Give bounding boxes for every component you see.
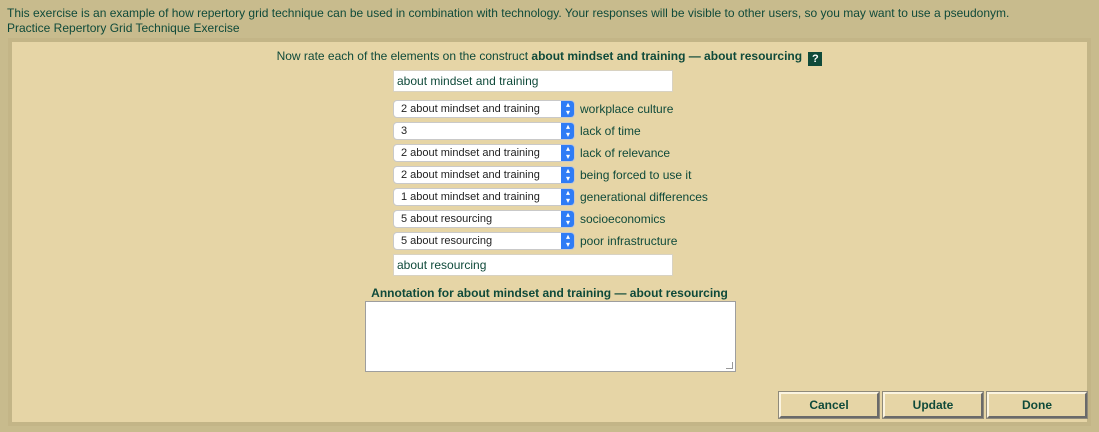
rating-select[interactable]: 5 about resourcing ▴ ▾ xyxy=(393,210,575,228)
rating-selected-value: 2 about mindset and training xyxy=(401,169,540,181)
left-pole-field[interactable]: about mindset and training xyxy=(393,70,673,92)
rating-select[interactable]: 2 about mindset and training ▴ ▾ xyxy=(393,144,575,162)
rating-selected-value: 1 about mindset and training xyxy=(401,191,540,203)
exercise-title: Practice Repertory Grid Technique Exerci… xyxy=(7,21,240,35)
element-label: lack of time xyxy=(580,124,641,138)
help-icon[interactable]: ? xyxy=(808,52,823,66)
right-pole-field[interactable]: about resourcing xyxy=(393,254,673,276)
element-label: being forced to use it xyxy=(580,168,692,182)
rating-select[interactable]: 3 ▴ ▾ xyxy=(393,122,575,140)
rating-panel: Now rate each of the elements on the con… xyxy=(8,38,1091,426)
select-chevron-icon: ▴ ▾ xyxy=(561,189,574,205)
rating-selected-value: 5 about resourcing xyxy=(401,235,493,247)
select-chevron-icon: ▴ ▾ xyxy=(561,211,574,227)
select-chevron-icon: ▴ ▾ xyxy=(561,123,574,139)
select-chevron-icon: ▴ ▾ xyxy=(561,233,574,249)
rating-selected-value: 2 about mindset and training xyxy=(401,103,540,115)
prompt-prefix: Now rate each of the elements on the con… xyxy=(276,49,529,63)
rating-select[interactable]: 2 about mindset and training ▴ ▾ xyxy=(393,166,575,184)
select-chevron-icon: ▴ ▾ xyxy=(561,101,574,117)
done-button[interactable]: Done xyxy=(986,391,1088,419)
rating-select[interactable]: 1 about mindset and training ▴ ▾ xyxy=(393,188,575,206)
element-label: poor infrastructure xyxy=(580,234,678,248)
exercise-notice: This exercise is an example of how reper… xyxy=(7,6,1010,20)
element-label: generational differences xyxy=(580,190,708,204)
element-label: socioeconomics xyxy=(580,212,666,226)
rating-selected-value: 5 about resourcing xyxy=(401,213,493,225)
prompt-construct: about mindset and training — about resou… xyxy=(531,49,803,63)
element-label: lack of relevance xyxy=(580,146,671,160)
rating-prompt: Now rate each of the elements on the con… xyxy=(12,49,1087,66)
rating-selected-value: 3 xyxy=(401,125,408,137)
select-chevron-icon: ▴ ▾ xyxy=(561,145,574,161)
rating-select[interactable]: 5 about resourcing ▴ ▾ xyxy=(393,232,575,250)
annotation-label: Annotation for about mindset and trainin… xyxy=(371,286,728,300)
element-label: workplace culture xyxy=(580,102,674,116)
rating-selected-value: 2 about mindset and training xyxy=(401,147,540,159)
annotation-textarea[interactable] xyxy=(365,301,736,372)
resize-grip-icon[interactable] xyxy=(726,362,733,369)
update-button[interactable]: Update xyxy=(882,391,984,419)
cancel-button[interactable]: Cancel xyxy=(778,391,880,419)
select-chevron-icon: ▴ ▾ xyxy=(561,167,574,183)
rating-select[interactable]: 2 about mindset and training ▴ ▾ xyxy=(393,100,575,118)
